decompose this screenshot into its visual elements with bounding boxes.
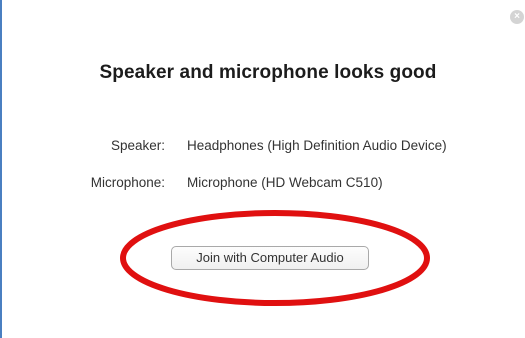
microphone-label: Microphone:	[90, 175, 165, 190]
close-icon[interactable]: ×	[510, 10, 524, 24]
audio-check-dialog: × Speaker and microphone looks good Spea…	[0, 0, 525, 338]
red-highlight-ellipse	[120, 210, 430, 306]
microphone-device-value: Microphone (HD Webcam C510)	[187, 175, 383, 190]
dialog-title: Speaker and microphone looks good	[99, 62, 437, 83]
speaker-device-value: Headphones (High Definition Audio Device…	[187, 138, 447, 153]
window-frame-edge	[0, 0, 2, 338]
join-with-computer-audio-button[interactable]: Join with Computer Audio	[171, 246, 369, 270]
speaker-label: Speaker:	[110, 138, 165, 153]
